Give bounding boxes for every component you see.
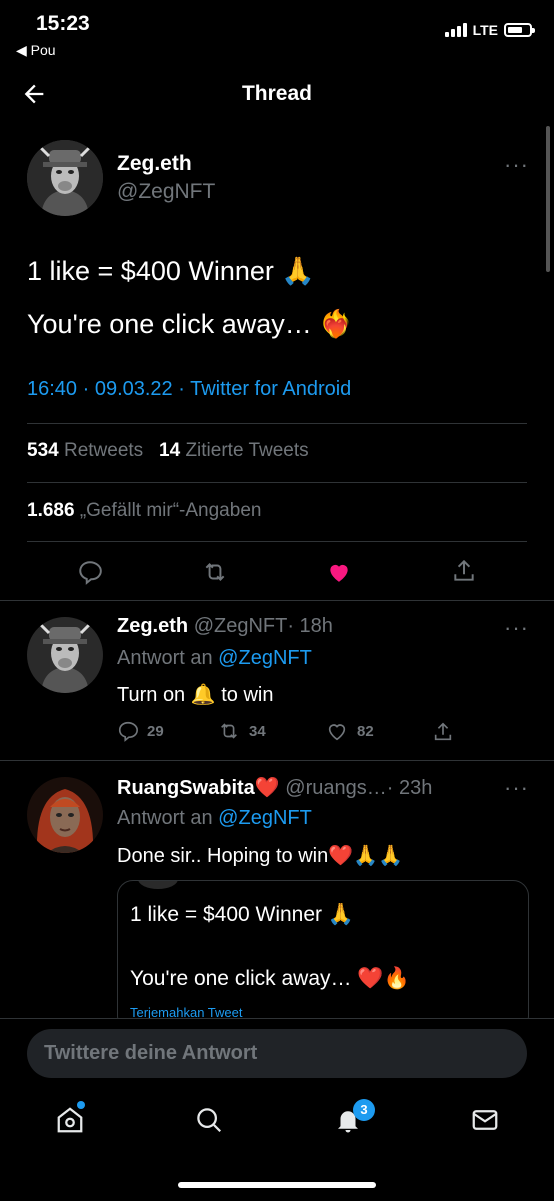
tweet-text-1: 1 like = $400 Winner [27, 256, 274, 286]
retweets-label[interactable]: Retweets [64, 440, 143, 461]
tweet-meta: 16:40 · 09.03.22 · Twitter for Android [27, 378, 351, 401]
heart-fire-emoji: ❤️🔥 [357, 967, 410, 990]
likes-label[interactable]: „Gefällt mir“-Angaben [80, 500, 262, 521]
tweet-text-line-1: 1 like = $400 Winner 🙏 [27, 255, 315, 287]
search-tab[interactable] [194, 1105, 224, 1135]
retweet-icon [221, 723, 237, 739]
reply-to-prefix: Antwort an [117, 647, 213, 669]
tweet-source[interactable]: · Twitter for Android [178, 378, 351, 400]
author-handle[interactable]: @ZegNFT [117, 180, 215, 204]
divider [27, 423, 527, 424]
tweet-text-2: You're one click away… [27, 309, 312, 339]
likes-row: 1.686 „Gefällt mir“-Angaben [27, 500, 261, 522]
more-options-icon[interactable]: ··· [504, 152, 529, 178]
reply-to-handle[interactable]: @ZegNFT [218, 807, 312, 829]
new-content-dot [77, 1101, 85, 1109]
more-options-icon[interactable]: ··· [504, 775, 529, 801]
quoted-text-2: You're one click away… [130, 967, 352, 990]
reply-text-after: to win [221, 684, 274, 706]
composer-placeholder: Twittere deine Antwort [44, 1042, 258, 1064]
reply-composer-input[interactable]: Twittere deine Antwort [27, 1029, 527, 1078]
back-to-app-link[interactable]: ◀ Pou [16, 42, 56, 59]
reply-to-prefix: Antwort an [117, 807, 213, 829]
notification-badge: 3 [353, 1099, 375, 1121]
pray-emoji: 🙏 [327, 903, 355, 926]
reply-text-body: Done sir.. Hoping to win [117, 845, 329, 867]
scrollbar[interactable] [546, 126, 550, 272]
quoted-text-1: 1 like = $400 Winner [130, 903, 323, 926]
share-icon[interactable] [432, 720, 454, 744]
retweet-icon[interactable] [201, 559, 229, 585]
avatar[interactable] [27, 140, 103, 216]
quoted-text-line-2: You're one click away… ❤️🔥 [130, 967, 410, 991]
reply-header: Zeg.eth @ZegNFT· 18h [117, 615, 333, 638]
more-options-icon[interactable]: ··· [504, 615, 529, 641]
reply-text-before: Turn on [117, 684, 186, 706]
heart-emoji: ❤️ [254, 777, 280, 799]
battery-icon [504, 23, 535, 37]
reply-time: · 18h [287, 615, 333, 637]
reply-to-line: Antwort an @ZegNFT [117, 807, 312, 830]
reply-time: · 23h [386, 777, 433, 799]
home-indicator [178, 1182, 376, 1188]
reply-author-handle[interactable]: @ZegNFT [194, 615, 288, 637]
network-label: LTE [472, 22, 498, 38]
heart-pray-emoji: ❤️🙏🙏 [328, 845, 403, 867]
bell-emoji: 🔔 [190, 684, 216, 706]
retweet-count: 34 [249, 722, 266, 740]
mail-icon [472, 1110, 498, 1130]
tweet-text-line-2: You're one click away… ❤️‍🔥 [27, 308, 353, 340]
avatar[interactable] [27, 777, 103, 853]
reply-icon [118, 721, 138, 742]
like-count: 82 [357, 722, 374, 740]
share-icon[interactable] [451, 557, 477, 585]
like-button[interactable]: 82 [325, 720, 374, 742]
pray-emoji: 🙏 [281, 256, 316, 286]
page-title: Thread [241, 82, 312, 105]
author-name[interactable]: Zeg.eth [117, 152, 192, 176]
reply-author-name[interactable]: RuangSwabita [117, 777, 255, 799]
divider [0, 600, 554, 601]
quoted-avatar [138, 881, 178, 889]
reply-to-line: Antwort an @ZegNFT [117, 647, 312, 670]
heart-icon [328, 724, 346, 741]
divider [27, 482, 527, 483]
reply-text: Turn on 🔔 to win [117, 682, 273, 707]
likes-count[interactable]: 1.686 [27, 500, 75, 521]
signal-icon [444, 23, 467, 37]
tweet-stats-row: 534 Retweets 14 Zitierte Tweets [27, 440, 309, 462]
quotes-label[interactable]: Zitierte Tweets [185, 440, 308, 461]
notifications-tab[interactable]: 3 [333, 1099, 375, 1135]
home-icon [57, 1107, 83, 1133]
divider [0, 760, 554, 761]
heart-on-fire-emoji: ❤️‍🔥 [319, 309, 353, 339]
reply-count: 29 [147, 722, 164, 740]
reply-to-handle[interactable]: @ZegNFT [218, 647, 312, 669]
home-tab[interactable] [55, 1101, 85, 1135]
retweets-count[interactable]: 534 [27, 440, 59, 461]
reply-author-handle[interactable]: @ruangs… [285, 777, 386, 799]
reply-button[interactable]: 29 [117, 720, 164, 742]
quoted-text-line-1: 1 like = $400 Winner 🙏 [130, 903, 354, 927]
messages-tab[interactable] [470, 1105, 500, 1135]
heart-filled-icon[interactable] [325, 559, 353, 585]
retweet-button[interactable]: 34 [217, 720, 266, 742]
reply-author-name[interactable]: Zeg.eth [117, 615, 188, 637]
status-time: 15:23 [36, 12, 90, 35]
reply-text: Done sir.. Hoping to win❤️🙏🙏 [117, 843, 403, 868]
quoted-tweet-card[interactable]: 1 like = $400 Winner 🙏 You're one click … [117, 880, 529, 1032]
divider [27, 541, 527, 542]
quotes-count[interactable]: 14 [159, 440, 180, 461]
search-icon [197, 1108, 222, 1133]
avatar[interactable] [27, 617, 103, 693]
reply-icon[interactable] [77, 559, 103, 585]
status-indicators: LTE [444, 22, 535, 38]
tweet-timestamp[interactable]: 16:40 · 09.03.22 [27, 378, 173, 400]
reply-header: RuangSwabita❤️ @ruangs…· 23h [117, 775, 432, 800]
